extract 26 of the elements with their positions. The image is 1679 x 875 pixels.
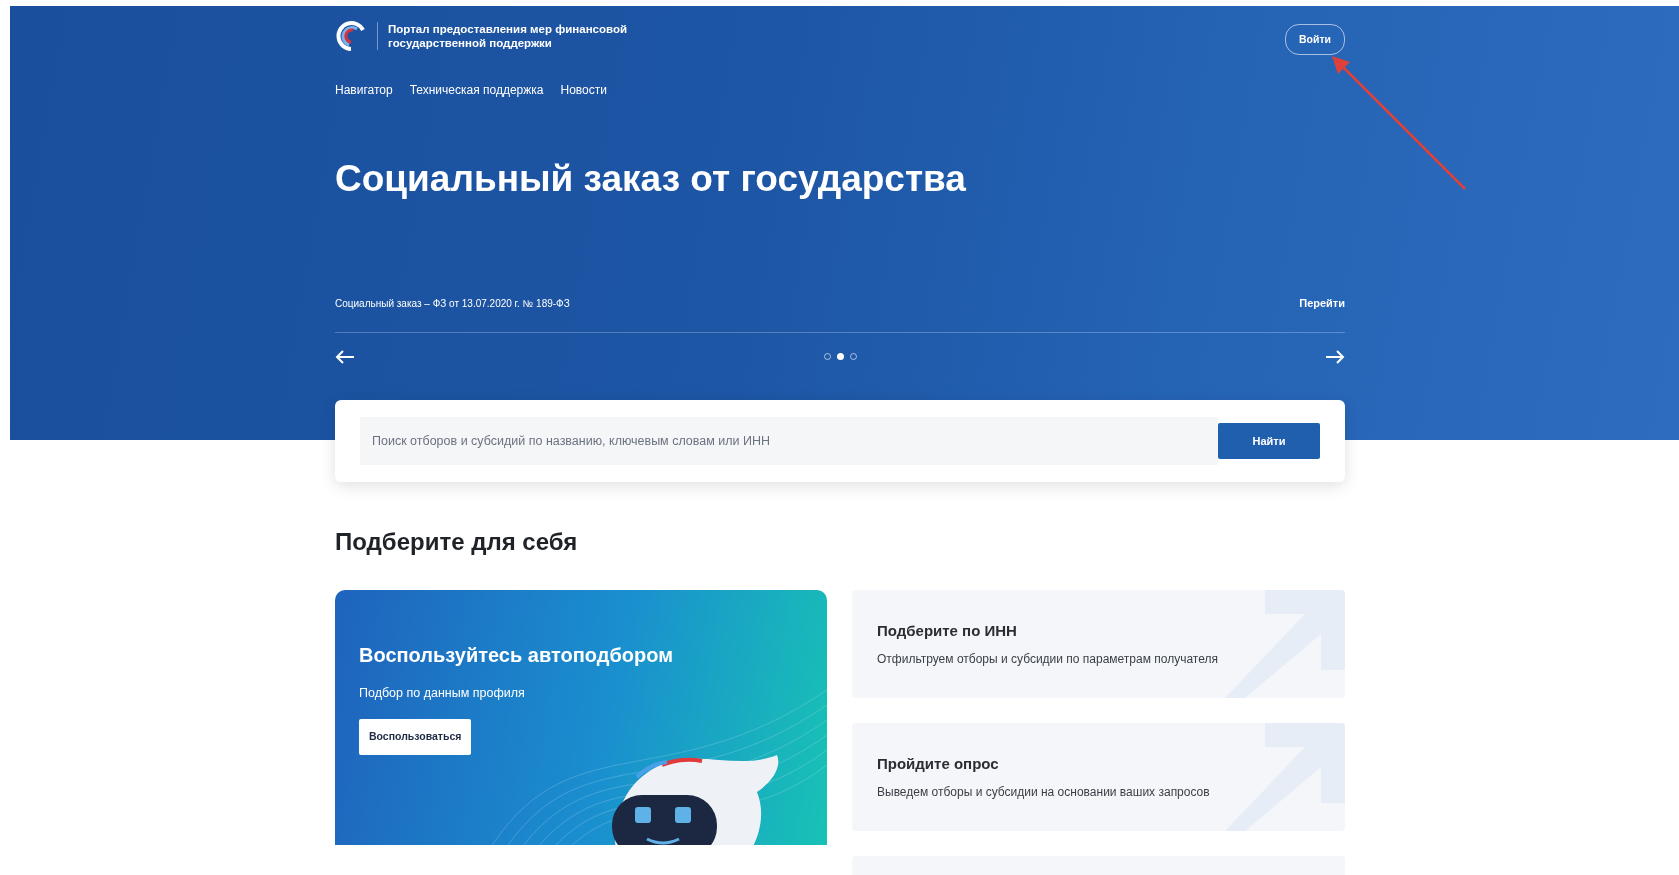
section-title: Подберите для себя <box>335 527 579 557</box>
search-button[interactable]: Найти <box>1218 423 1320 459</box>
hero-title: Социальный заказ от государства <box>335 157 967 201</box>
option-title: Пройдите опрос <box>877 754 1000 775</box>
option-title: Подберите по ИНН <box>877 621 1018 642</box>
arrow-right-icon[interactable] <box>1325 348 1345 365</box>
nav-link[interactable]: Навигатор <box>335 81 393 99</box>
arrow-left-icon[interactable] <box>335 348 355 365</box>
slide-caption: Социальный заказ – ФЗ от 13.07.2020 г. № 189-ФЗ <box>335 296 570 311</box>
login-button[interactable]: Войти <box>1284 24 1345 55</box>
arrow-icon <box>1225 590 1345 698</box>
promo-card[interactable]: Воспользуйтесь автоподбором Подбор по данным профиля Воспользоваться <box>335 590 827 845</box>
use-button[interactable]: Воспользоваться <box>359 718 472 755</box>
option-description: Выведем отборы и субсидии на основании ваших запросов <box>877 783 1211 801</box>
portal-name: Портал предоставления мер финансовой государственной поддержки <box>388 22 628 50</box>
go-link[interactable]: Перейти <box>1299 295 1345 312</box>
promo-subtitle: Подбор по данным профиля <box>359 685 526 702</box>
logo-icon[interactable] <box>335 20 367 52</box>
option-card[interactable]: Пройдите опрос Выведем отборы и субсидии на основании ваших запросов <box>852 723 1345 831</box>
search-field[interactable]: Поиск отборов и субсидий по названию, ключевым словам или ИНН <box>360 417 1218 465</box>
option-description: Отфильтруем отборы и субсидии по параметрам получателя <box>877 650 1219 668</box>
arrow-icon <box>1225 723 1345 831</box>
nav-link[interactable]: Техническая поддержка <box>409 81 544 99</box>
nav-link[interactable]: Новости <box>560 81 607 99</box>
option-card[interactable]: Подберите по ИНН Отфильтруем отборы и субсидии по параметрам получателя <box>852 590 1345 698</box>
promo-title: Воспользуйтесь автоподбором <box>359 643 674 668</box>
